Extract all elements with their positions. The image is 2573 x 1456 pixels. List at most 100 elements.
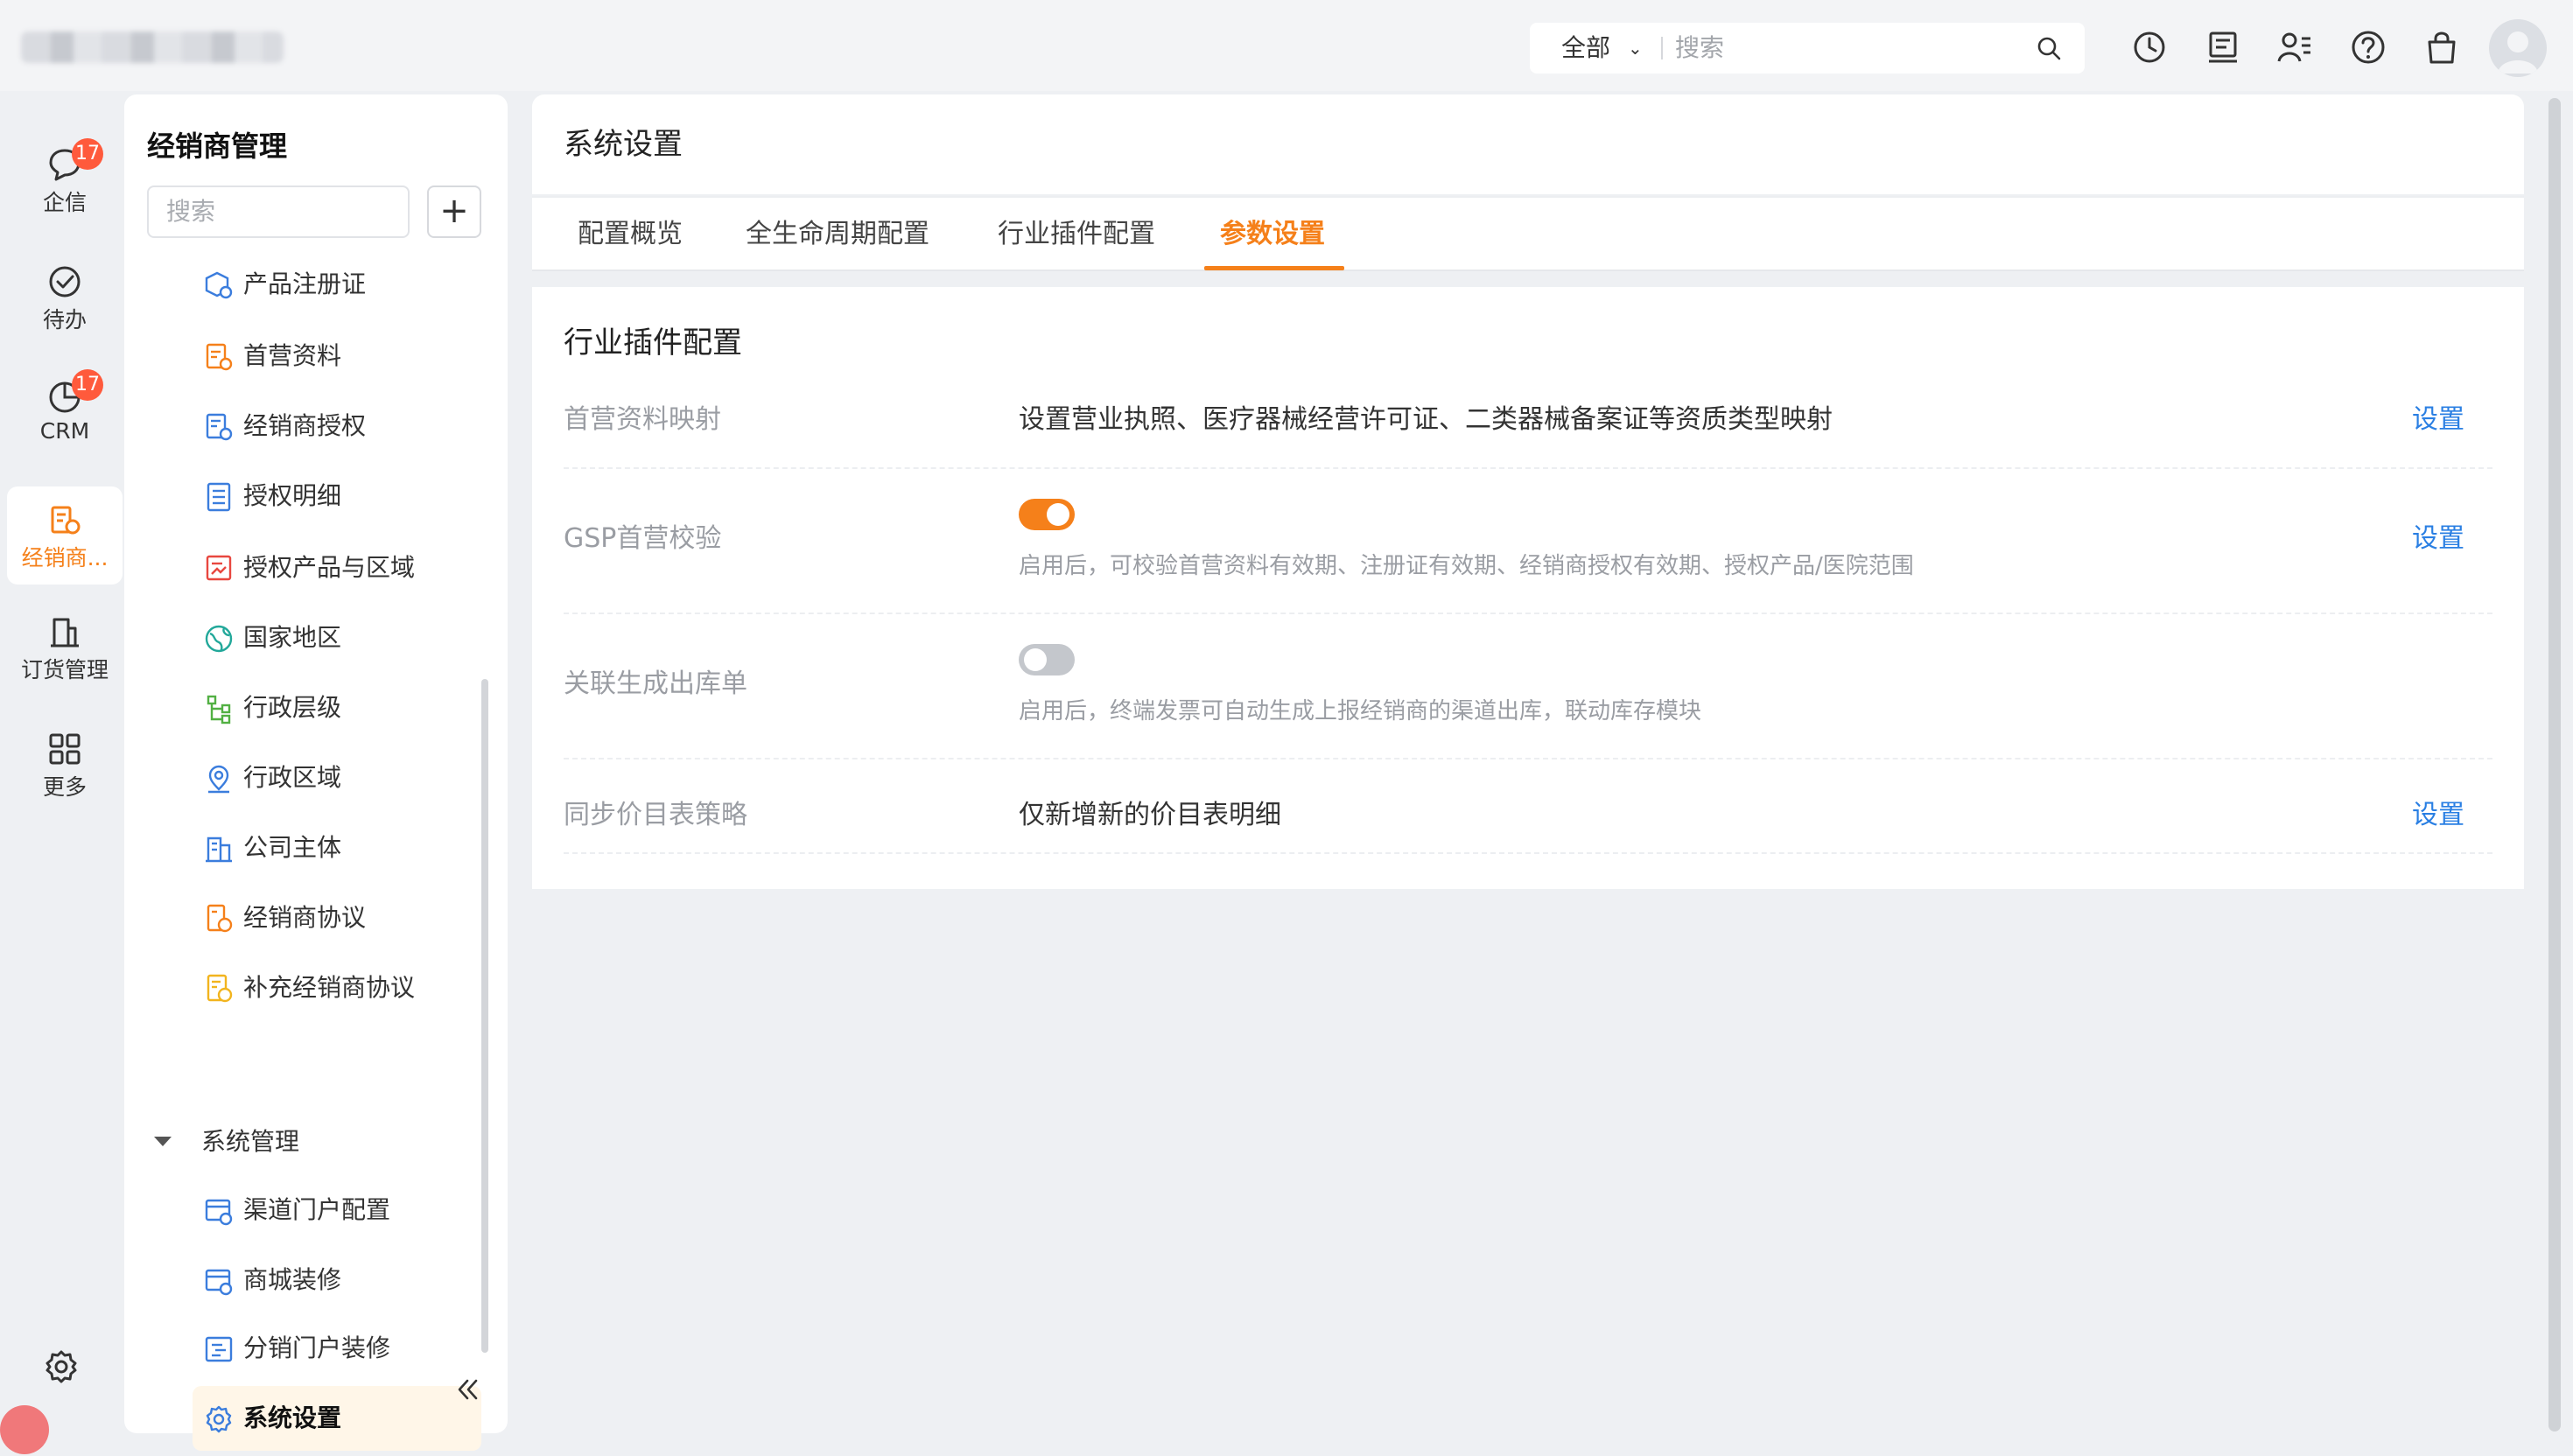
setting-row-outbound-generation: 关联生成出库单 启用后，终端发票可自动生成上报经销商的渠道出库，联动库存模块 xyxy=(564,614,2492,760)
sidebar-item-distribution-portal[interactable]: 分销门户装修 xyxy=(193,1316,481,1381)
settings-gear-icon[interactable] xyxy=(42,1348,81,1386)
rail-item-distributor[interactable]: 经销商... xyxy=(7,486,123,584)
sidebar-item-label: 行政层级 xyxy=(243,693,342,722)
sidebar-search-input[interactable]: 搜索 xyxy=(147,186,410,238)
clock-icon[interactable] xyxy=(2130,28,2169,66)
sidebar-item-label: 渠道门户配置 xyxy=(243,1195,391,1224)
setting-value: 设置营业执照、医疗器械经营许可证、二类器械备案证等资质类型映射 xyxy=(1019,404,1833,435)
sidebar-search-placeholder: 搜索 xyxy=(166,197,216,226)
search-divider xyxy=(1661,37,1663,60)
sidebar-item-auth-product-region[interactable]: 授权产品与区域 xyxy=(193,536,481,600)
setting-link[interactable]: 设置 xyxy=(2412,397,2464,436)
add-button[interactable]: + xyxy=(427,186,481,238)
check-circle-icon xyxy=(49,266,81,298)
outbound-generation-toggle[interactable] xyxy=(1019,644,1075,676)
location-icon xyxy=(208,765,229,794)
top-bar: 全部 ⌄ 搜索 xyxy=(0,0,2573,91)
grid-icon xyxy=(49,733,81,765)
setting-link[interactable]: 设置 xyxy=(2412,516,2464,555)
sidebar-item-admin-area[interactable]: 行政区域 xyxy=(193,746,481,810)
help-icon[interactable] xyxy=(2349,28,2387,66)
sidebar-item-first-doc[interactable]: 首营资料 xyxy=(193,324,481,388)
setting-label: 关联生成出库单 xyxy=(564,668,747,699)
section-title: 行业插件配置 xyxy=(564,326,742,360)
chevron-down-icon[interactable]: ⌄ xyxy=(1628,23,1643,74)
sidebar-item-label: 公司主体 xyxy=(243,833,342,862)
plus-icon: + xyxy=(439,191,469,231)
sidebar-item-country-region[interactable]: 国家地区 xyxy=(193,606,481,670)
sidebar-item-auth-detail[interactable]: 授权明细 xyxy=(193,464,481,528)
tab-parameter-settings[interactable]: 参数设置 xyxy=(1220,198,1325,271)
sidebar-item-mall-decor[interactable]: 商城装修 xyxy=(193,1248,481,1312)
sidebar: 经销商管理 搜索 + 产品注册证 首营资料 经销商授权 授权明细 授权产品与区域… xyxy=(124,94,508,1451)
agreement-icon xyxy=(207,904,233,933)
sidebar-item-company[interactable]: 公司主体 xyxy=(193,816,481,880)
rail-item-label: 订货管理 xyxy=(20,657,109,682)
company-icon xyxy=(206,836,232,863)
caret-down-icon[interactable] xyxy=(154,1137,172,1146)
sidebar-item-admin-level[interactable]: 行政层级 xyxy=(193,676,481,740)
report-icon[interactable] xyxy=(2204,28,2242,66)
search-icon[interactable] xyxy=(2036,35,2062,61)
sidebar-scrollbar[interactable] xyxy=(481,679,488,1353)
setting-link[interactable]: 设置 xyxy=(2412,793,2464,831)
setting-description: 启用后，可校验首营资料有效期、注册证有效期、经销商授权有效期、授权产品/医院范围 xyxy=(1019,553,1914,579)
sidebar-item-label: 经销商协议 xyxy=(243,903,367,932)
sidebar-item-label: 补充经销商协议 xyxy=(243,973,416,1002)
setting-row-gsp-check: GSP首营校验 启用后，可校验首营资料有效期、注册证有效期、经销商授权有效期、授… xyxy=(564,469,2492,614)
sidebar-item-label: 首营资料 xyxy=(243,341,342,370)
sidebar-title: 经销商管理 xyxy=(147,130,288,163)
setting-label: GSP首营校验 xyxy=(564,523,722,554)
sidebar-item-label: 授权明细 xyxy=(243,481,342,510)
list-detail-icon xyxy=(207,482,231,512)
collapse-sidebar-icon[interactable] xyxy=(452,1374,483,1405)
page-title: 系统设置 xyxy=(564,127,683,162)
rail-item-messages[interactable]: 企信 17 xyxy=(7,138,123,217)
main-scrollbar[interactable] xyxy=(2548,98,2561,1432)
sidebar-item-label: 系统设置 xyxy=(243,1404,342,1432)
global-search[interactable]: 全部 ⌄ 搜索 xyxy=(1530,23,2085,74)
active-tab-indicator xyxy=(1204,266,1344,270)
product-cert-icon xyxy=(205,271,233,299)
rail-item-orders[interactable]: 订货管理 xyxy=(7,612,123,684)
sidebar-item-portal-config[interactable]: 渠道门户配置 xyxy=(193,1178,481,1242)
sidebar-item-label: 授权产品与区域 xyxy=(243,553,416,582)
tab-bar: 配置概览 全生命周期配置 行业插件配置 参数设置 xyxy=(532,196,2524,271)
hierarchy-icon xyxy=(207,695,231,724)
recording-indicator[interactable] xyxy=(0,1405,49,1454)
toggle-knob xyxy=(1024,648,1047,671)
sidebar-item-system-settings[interactable]: 系统设置 xyxy=(193,1386,481,1451)
user-avatar[interactable] xyxy=(2489,19,2547,77)
gsp-check-toggle[interactable] xyxy=(1019,499,1075,530)
setting-label: 同步价目表策略 xyxy=(564,800,747,830)
contacts-icon[interactable] xyxy=(2275,28,2314,66)
unread-badge: 17 xyxy=(72,369,103,401)
rail-item-label: 经销商... xyxy=(21,545,109,570)
search-input[interactable]: 搜索 xyxy=(1675,23,1724,74)
sidebar-group-label: 系统管理 xyxy=(201,1127,300,1156)
toggle-knob xyxy=(1047,503,1069,526)
sidebar-item-label: 商城装修 xyxy=(243,1265,342,1294)
mall-decor-icon xyxy=(205,1269,233,1296)
rail-item-crm[interactable]: CRM 17 xyxy=(7,369,123,444)
sidebar-item-supplement-agreement[interactable]: 补充经销商协议 xyxy=(193,956,481,1020)
page-header: 系统设置 xyxy=(532,94,2524,194)
brand-logo-blurred xyxy=(21,32,284,63)
setting-description: 启用后，终端发票可自动生成上报经销商的渠道出库，联动库存模块 xyxy=(1019,698,1702,724)
sidebar-item-label: 行政区域 xyxy=(243,763,342,792)
shopping-bag-icon[interactable] xyxy=(2422,28,2461,66)
sidebar-item-distributor-auth[interactable]: 经销商授权 xyxy=(193,394,481,458)
tab-config-overview[interactable]: 配置概览 xyxy=(578,198,683,271)
search-scope-select[interactable]: 全部 xyxy=(1561,23,1610,74)
rail-item-label: 待办 xyxy=(42,307,87,332)
tab-lifecycle-config[interactable]: 全生命周期配置 xyxy=(746,198,929,271)
settings-card: 行业插件配置 首营资料映射 设置营业执照、医疗器械经营许可证、二类器械备案证等资… xyxy=(532,287,2524,889)
sidebar-item-agreement[interactable]: 经销商协议 xyxy=(193,886,481,950)
building-icon xyxy=(51,618,79,648)
sidebar-item-product-cert[interactable]: 产品注册证 xyxy=(193,252,481,317)
unread-badge: 17 xyxy=(72,138,103,170)
rail-item-more[interactable]: 更多 xyxy=(7,730,123,802)
rail-item-todo[interactable]: 待办 xyxy=(7,262,123,334)
rail-item-label: 更多 xyxy=(42,774,87,800)
tab-industry-plugin-config[interactable]: 行业插件配置 xyxy=(998,198,1155,271)
